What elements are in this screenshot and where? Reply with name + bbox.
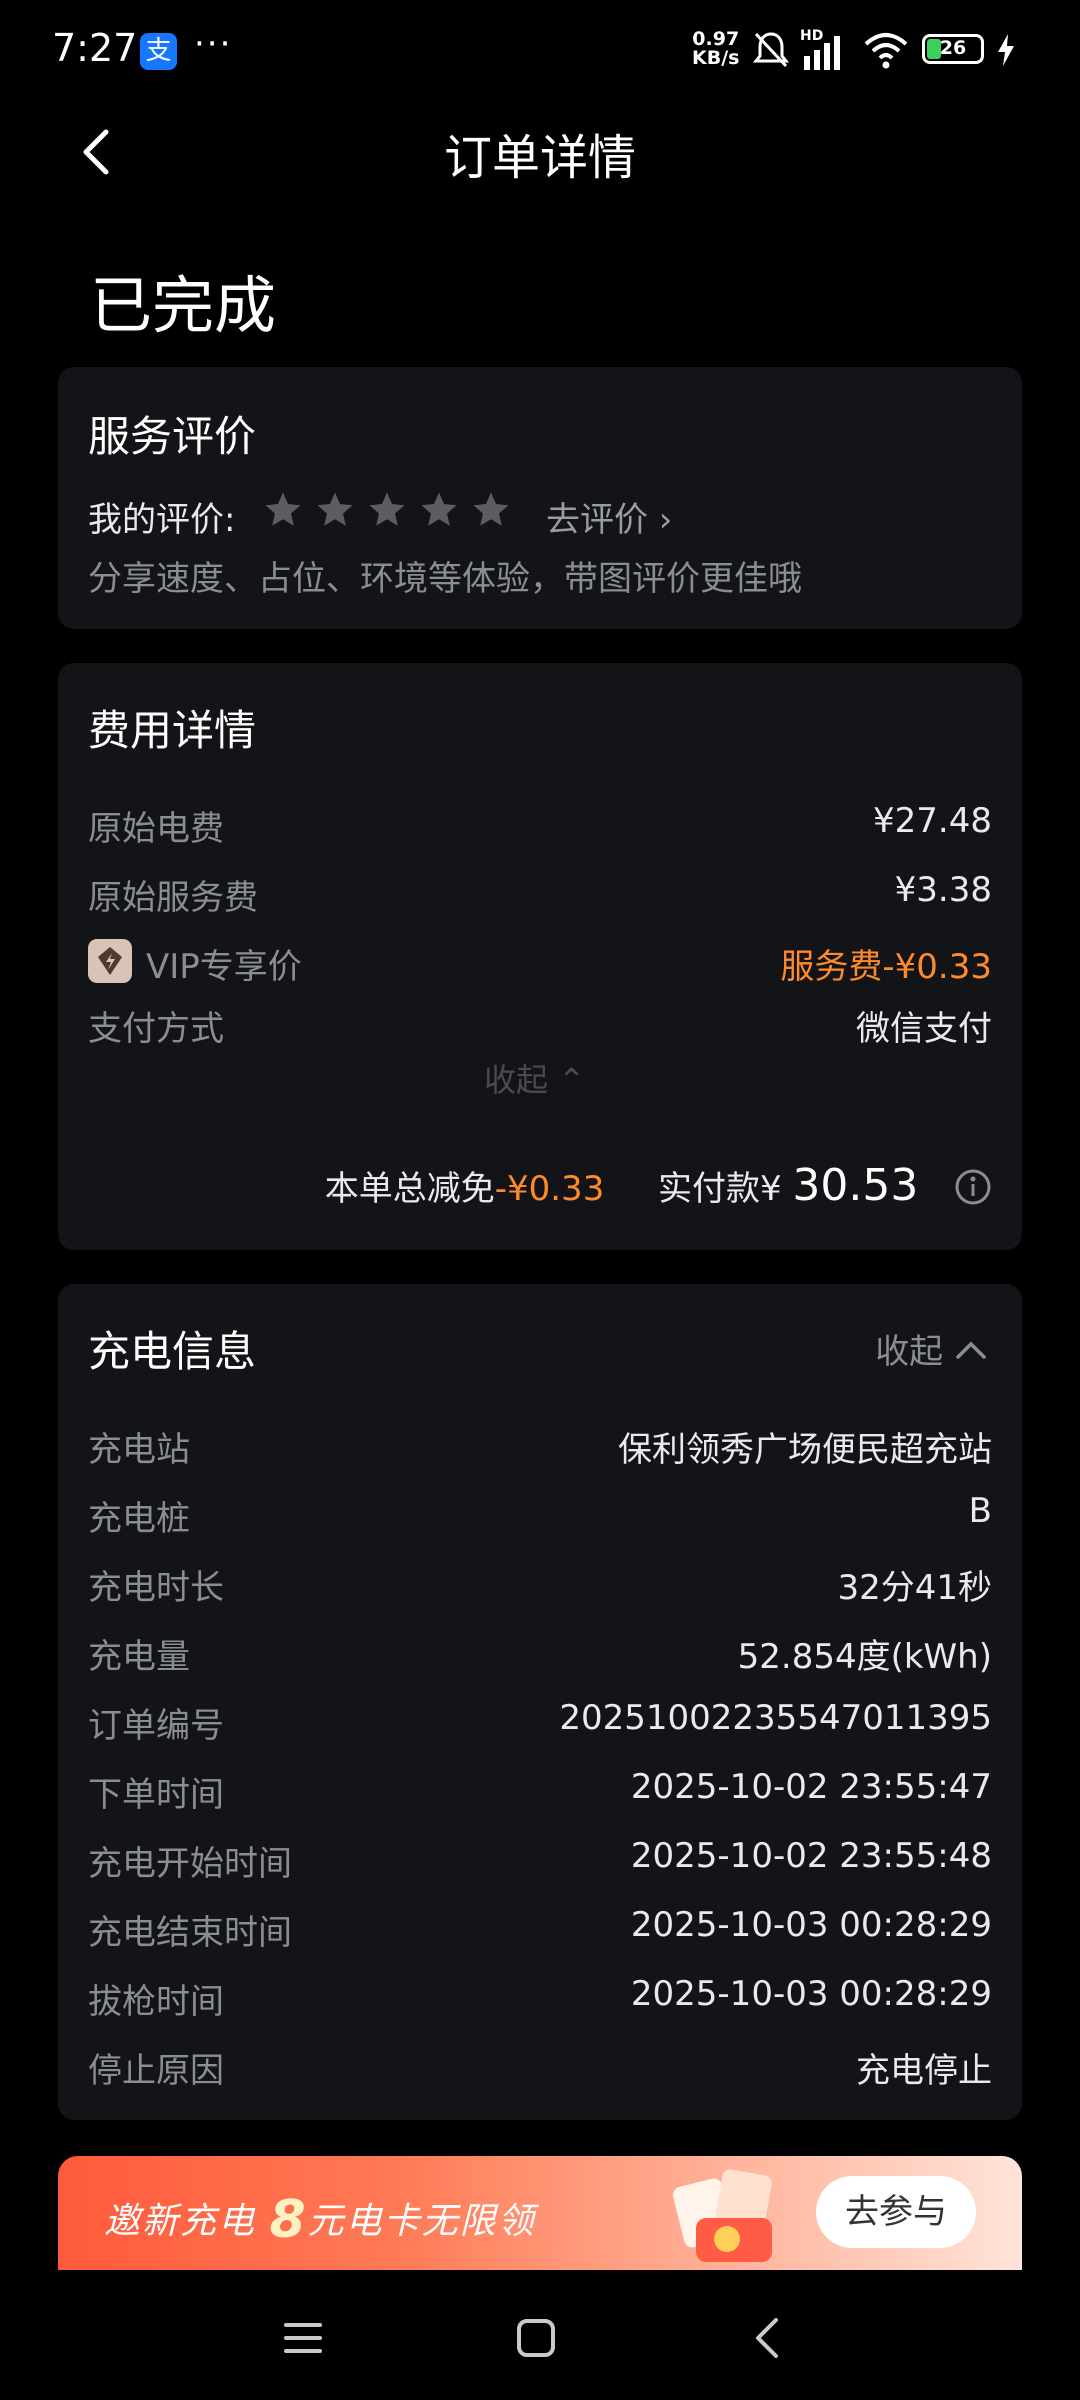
total-discount-label: 本单总减免 [324,1169,495,1209]
fee-row: 支付方式 微信支付 [88,1001,992,1051]
status-bar: 7:27 支 ··· 0.97 KB/s HD 26 [0,0,1080,104]
signal-icon: HD [800,28,850,70]
gift-card-icon [658,2164,808,2270]
charging-label: 充电结束时间 [88,1913,292,1953]
charging-row: 充电量 52.854度(kWh) [88,1629,992,1679]
collapse-label: 收起 [875,1332,944,1372]
fee-label: VIP专享价 [146,947,302,987]
charging-value: 32分41秒 [837,1568,992,1608]
battery-icon: 26 [922,34,984,64]
charging-row: 订单编号 20251002235547011395 [88,1698,992,1748]
more-notifications-icon: ··· [194,24,233,64]
fee-card: 费用详情 原始电费 ¥27.48 原始服务费 ¥3.38 VIP专享价 服务费-… [58,663,1022,1250]
star-icon[interactable] [366,489,408,531]
paid-label: 实付款¥ [657,1169,782,1209]
banner-text-after: 元电卡无限领 [307,2201,536,2242]
charging-bolt-icon [998,34,1014,66]
fee-title: 费用详情 [88,706,257,755]
net-speed: 0.97 KB/s [692,30,739,68]
rating-card: 服务评价 我的评价: 去评价 › 分享速度、占位、环境等体验，带图评价更佳哦 [58,367,1022,629]
status-time: 7:27 [52,26,138,70]
charging-label: 充电站 [88,1430,190,1470]
charging-card: 充电信息 收起 充电站 保利领秀广场便民超充站 充电桩 B 充电时长 32分41秒 充… [58,1284,1022,2120]
paid-value: 30.53 [792,1160,919,1211]
order-status: 已完成 [90,269,277,342]
fee-row: 原始电费 ¥27.48 [88,801,992,851]
fee-label: 支付方式 [88,1009,224,1049]
rating-title: 服务评价 [88,412,257,461]
star-icon[interactable] [262,489,304,531]
charging-row: 下单时间 2025-10-02 23:55:47 [88,1767,992,1817]
net-speed-unit: KB/s [692,47,740,69]
charging-label: 下单时间 [88,1775,224,1815]
charging-title: 充电信息 [88,1327,257,1376]
charging-value: 2025-10-02 23:55:47 [630,1767,992,1807]
charging-value: 2025-10-02 23:55:48 [630,1836,992,1876]
join-button[interactable]: 去参与 [816,2176,976,2248]
charging-value: 2025-10-03 00:28:29 [630,1905,992,1945]
fee-label: 原始电费 [88,809,224,849]
charging-label: 订单编号 [88,1706,224,1746]
fee-label: 原始服务费 [88,878,258,918]
charging-row: 停止原因 充电停止 [88,2043,992,2093]
info-icon[interactable] [954,1168,992,1206]
invite-promo-banner[interactable]: 邀新充电 8元电卡无限领 去参与 [58,2156,1022,2270]
charging-value: 保利领秀广场便民超充站 [618,1430,992,1470]
charging-label: 充电时长 [88,1568,224,1608]
charging-label: 充电桩 [88,1499,190,1539]
charging-value: 20251002235547011395 [559,1698,992,1738]
charging-value: 2025-10-03 00:28:29 [630,1974,992,2014]
home-icon[interactable] [516,2318,556,2358]
battery-level: 26 [939,37,967,59]
banner-text: 邀新充电 8元电卡无限领 [104,2186,536,2250]
fee-row-vip: VIP专享价 服务费-¥0.33 [88,939,992,989]
charging-row: 充电时长 32分41秒 [88,1560,992,1610]
star-icon[interactable] [314,489,356,531]
charging-row: 充电开始时间 2025-10-02 23:55:48 [88,1836,992,1886]
charging-row: 拔枪时间 2025-10-03 00:28:29 [88,1974,992,2024]
charging-label: 充电量 [88,1637,190,1677]
fee-value: 服务费-¥0.33 [780,947,992,987]
star-icon[interactable] [470,489,512,531]
rating-hint: 分享速度、占位、环境等体验，带图评价更佳哦 [88,559,802,599]
system-navigation-bar [0,2270,1080,2400]
charging-row: 充电站 保利领秀广场便民超充站 [88,1422,992,1472]
charging-row: 充电结束时间 2025-10-03 00:28:29 [88,1905,992,1955]
mute-bell-icon [752,32,790,68]
fee-value: ¥27.48 [873,801,992,841]
fee-row: 原始服务费 ¥3.38 [88,870,992,920]
page-title: 订单详情 [443,130,636,186]
fee-collapse-toggle[interactable]: 收起 ⌃ [484,1055,585,1101]
banner-amount: 8 [269,2190,308,2250]
total-summary: 本单总减免-¥0.33 实付款¥ 30.53 [325,1160,992,1220]
go-rate-link[interactable]: 去评价 › [546,492,672,541]
my-rating-label: 我的评价: [88,500,236,540]
chevron-up-icon [956,1341,986,1359]
menu-icon[interactable] [282,2320,324,2356]
charging-label: 拔枪时间 [88,1982,224,2022]
back-icon[interactable] [752,2316,782,2360]
charging-value: B [968,1491,992,1531]
vip-diamond-icon [88,939,132,983]
wifi-icon [864,33,908,69]
network-type: HD [800,28,824,44]
charging-label: 停止原因 [88,2051,224,2091]
star-icon[interactable] [418,489,460,531]
alipay-icon: 支 [140,33,177,70]
charging-value: 52.854度(kWh) [737,1637,992,1677]
charging-label: 充电开始时间 [88,1844,292,1884]
fee-value: ¥3.38 [894,870,992,910]
charging-value: 充电停止 [856,2051,992,2091]
banner-text-before: 邀新充电 [104,2201,270,2242]
total-discount-value: -¥0.33 [494,1169,605,1209]
charging-row: 充电桩 B [88,1491,992,1541]
charging-collapse-toggle[interactable]: 收起 [875,1324,988,1373]
fee-value: 微信支付 [856,1009,992,1049]
